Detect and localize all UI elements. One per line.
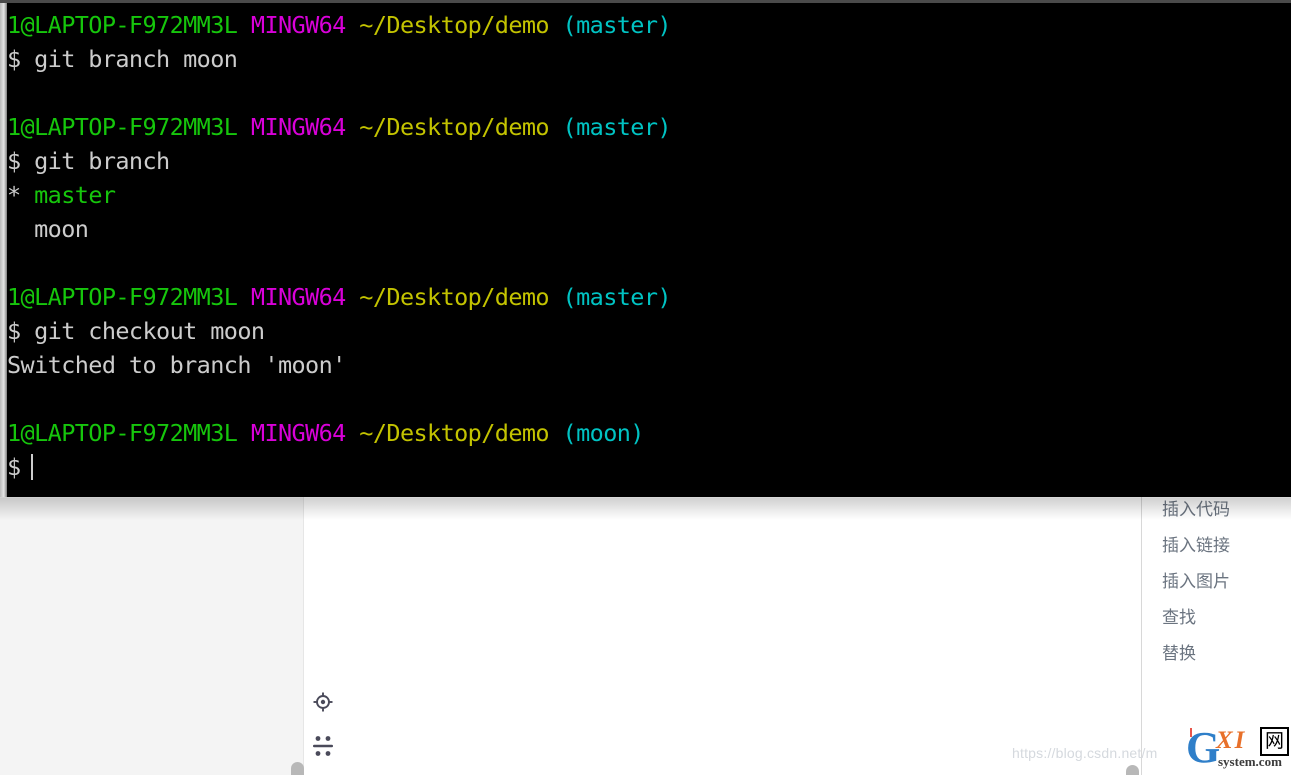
prompt-shell-name: MINGW64 <box>250 11 346 39</box>
editor-scrollbar-thumb-right[interactable] <box>1126 765 1139 775</box>
terminal-window-left-edge <box>0 0 7 497</box>
prompt-user-host: 1@LAPTOP-F972MM3L <box>7 419 238 447</box>
screenshot-root: 插入代码 插入链接 插入图片 查找 替换 https://blog.csdn.n… <box>0 0 1291 775</box>
watermark-url: https://blog.csdn.net/m <box>1012 745 1158 761</box>
terminal-branch-current-line: * master <box>7 178 1291 212</box>
logo-letters-xi: XI <box>1216 727 1247 754</box>
terminal-prompt-line: 1@LAPTOP-F972MM3L MINGW64 ~/Desktop/demo… <box>7 110 1291 144</box>
prompt-user-host: 1@LAPTOP-F972MM3L <box>7 283 238 311</box>
terminal-branch-other-line: moon <box>7 212 1291 246</box>
prompt-user-host: 1@LAPTOP-F972MM3L <box>7 11 238 39</box>
menu-item-insert-code[interactable]: 插入代码 <box>1162 492 1282 528</box>
terminal-output-area[interactable]: 1@LAPTOP-F972MM3L MINGW64 ~/Desktop/demo… <box>7 3 1291 497</box>
prompt-path: ~/Desktop/demo <box>359 419 549 447</box>
branch-current-name: master <box>34 181 116 209</box>
prompt-branch: (master) <box>562 283 672 311</box>
terminal-command-line: $ git checkout moon <box>7 317 265 345</box>
branch-current-marker: * <box>7 181 21 209</box>
logo-character-wang: 网 <box>1260 727 1289 756</box>
terminal-text-cursor <box>30 454 33 480</box>
target-crosshair-icon[interactable] <box>311 690 335 714</box>
prompt-shell-name: MINGW64 <box>250 113 346 141</box>
terminal-prompt-line: 1@LAPTOP-F972MM3L MINGW64 ~/Desktop/demo… <box>7 416 1291 450</box>
insert-menu: 插入代码 插入链接 插入图片 查找 替换 <box>1162 492 1282 672</box>
logo-subtitle: system.com <box>1218 754 1282 769</box>
editor-scrollbar-thumb[interactable] <box>291 762 304 775</box>
terminal-active-input-line[interactable]: $ <box>7 450 1291 484</box>
prompt-shell-name: MINGW64 <box>250 419 346 447</box>
editor-gutter-toolbar <box>311 690 337 775</box>
terminal-output-line: Switched to branch 'moon' <box>7 351 346 379</box>
branch-other-name: moon <box>34 215 89 243</box>
prompt-shell-name: MINGW64 <box>250 283 346 311</box>
prompt-path: ~/Desktop/demo <box>359 11 549 39</box>
terminal-command-line: $ git branch <box>7 147 170 175</box>
prompt-branch: (master) <box>562 113 672 141</box>
menu-item-insert-link[interactable]: 插入链接 <box>1162 528 1282 564</box>
prompt-path: ~/Desktop/demo <box>359 283 549 311</box>
menu-item-insert-image[interactable]: 插入图片 <box>1162 564 1282 600</box>
prompt-branch: (master) <box>562 11 672 39</box>
prompt-user-host: 1@LAPTOP-F972MM3L <box>7 113 238 141</box>
terminal-command-line: $ git branch moon <box>7 45 238 73</box>
prompt-branch: (moon) <box>562 419 645 447</box>
distribute-vertical-icon[interactable] <box>311 734 335 758</box>
terminal-prompt-line: 1@LAPTOP-F972MM3L MINGW64 ~/Desktop/demo… <box>7 280 1291 314</box>
terminal-prompt-symbol: $ <box>7 453 21 481</box>
menu-item-replace[interactable]: 替换 <box>1162 636 1282 672</box>
prompt-path: ~/Desktop/demo <box>359 113 549 141</box>
terminal-window[interactable]: 1@LAPTOP-F972MM3L MINGW64 ~/Desktop/demo… <box>0 0 1291 497</box>
menu-item-find[interactable]: 查找 <box>1162 600 1282 636</box>
gxi-logo: G XI 网 system.com <box>1186 726 1289 772</box>
terminal-prompt-line: 1@LAPTOP-F972MM3L MINGW64 ~/Desktop/demo… <box>7 8 1291 42</box>
